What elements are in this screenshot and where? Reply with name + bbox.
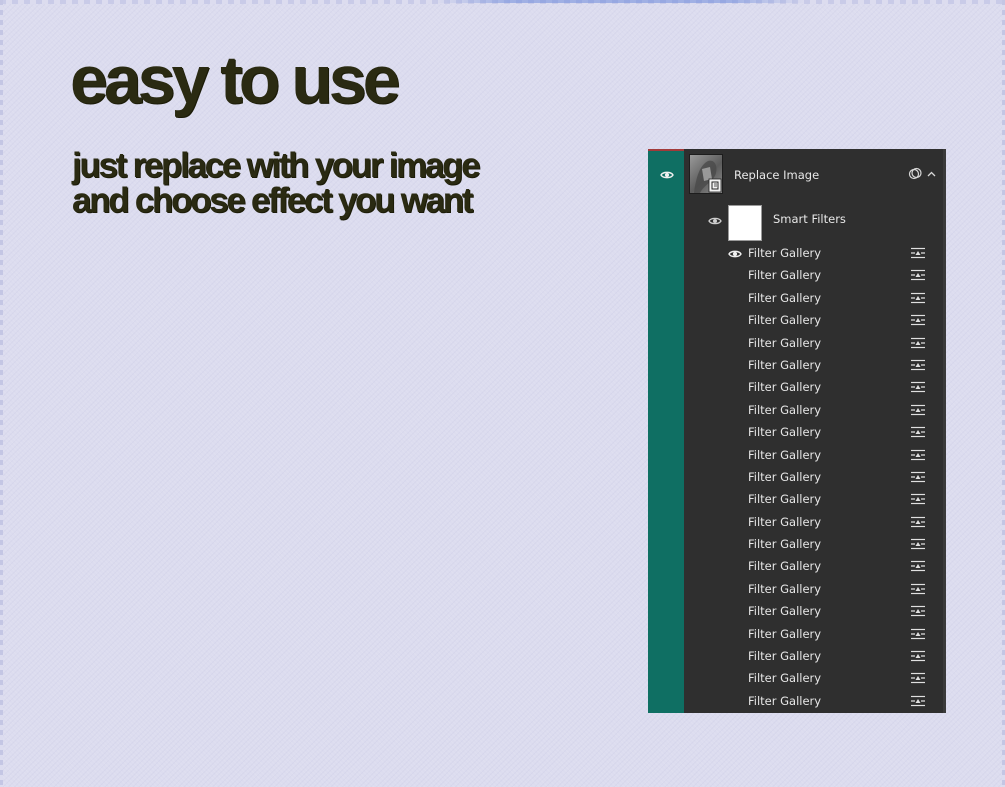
link-effects-icon bbox=[908, 167, 922, 180]
blending-options-icon[interactable] bbox=[910, 582, 926, 597]
filter-label[interactable]: Filter Gallery bbox=[748, 694, 821, 708]
subline-line-1: just replace with your image bbox=[72, 146, 481, 185]
filter-label[interactable]: Filter Gallery bbox=[748, 470, 821, 484]
filter-item[interactable]: Filter Gallery bbox=[648, 690, 946, 712]
filter-label[interactable]: Filter Gallery bbox=[748, 627, 821, 641]
layer-name[interactable]: Replace Image bbox=[734, 168, 819, 182]
filter-item[interactable]: Filter Gallery bbox=[648, 578, 946, 600]
blending-options-icon[interactable] bbox=[910, 627, 926, 642]
filter-label[interactable]: Filter Gallery bbox=[748, 291, 821, 305]
filter-item[interactable]: Filter Gallery bbox=[648, 376, 946, 398]
blending-options-icon[interactable] bbox=[910, 649, 926, 664]
filter-item[interactable]: Filter Gallery bbox=[648, 555, 946, 577]
smart-filters-eye-icon[interactable] bbox=[708, 214, 722, 228]
filter-label[interactable]: Filter Gallery bbox=[748, 246, 821, 260]
blending-options-icon[interactable] bbox=[910, 268, 926, 283]
layer-options[interactable] bbox=[906, 167, 940, 181]
filter-label[interactable]: Filter Gallery bbox=[748, 649, 821, 663]
layers-panel: Replace Image Smart Filters Filter Galle… bbox=[648, 149, 946, 713]
filter-label[interactable]: Filter Gallery bbox=[748, 559, 821, 573]
filter-label[interactable]: Filter Gallery bbox=[748, 336, 821, 350]
filter-label[interactable]: Filter Gallery bbox=[748, 358, 821, 372]
eye-icon[interactable] bbox=[660, 168, 674, 182]
chevron-up-icon bbox=[927, 171, 936, 177]
blending-options-icon[interactable] bbox=[910, 671, 926, 686]
filter-item[interactable]: Filter Gallery bbox=[648, 309, 946, 331]
blending-options-icon[interactable] bbox=[910, 537, 926, 552]
filter-label[interactable]: Filter Gallery bbox=[748, 492, 821, 506]
filter-item[interactable]: Filter Gallery bbox=[648, 600, 946, 622]
filter-item[interactable]: Filter Gallery bbox=[648, 444, 946, 466]
blending-options-icon[interactable] bbox=[910, 380, 926, 395]
filter-label[interactable]: Filter Gallery bbox=[748, 403, 821, 417]
filter-item[interactable]: Filter Gallery bbox=[648, 466, 946, 488]
subline-line-2: and choose effect you want bbox=[72, 181, 473, 220]
filter-item[interactable]: Filter Gallery bbox=[648, 354, 946, 376]
blending-options-icon[interactable] bbox=[910, 358, 926, 373]
blending-options-icon[interactable] bbox=[910, 313, 926, 328]
filter-label[interactable]: Filter Gallery bbox=[748, 448, 821, 462]
filter-item[interactable]: Filter Gallery bbox=[648, 264, 946, 286]
blending-options-icon[interactable] bbox=[910, 515, 926, 530]
layer-thumbnail[interactable] bbox=[689, 154, 723, 194]
top-edge-accent bbox=[435, 0, 805, 3]
filter-item[interactable]: Filter Gallery bbox=[648, 242, 946, 264]
blending-options-icon[interactable] bbox=[910, 403, 926, 418]
eye-icon[interactable] bbox=[728, 247, 742, 261]
smart-filters-label[interactable]: Smart Filters bbox=[773, 212, 846, 226]
blending-options-icon[interactable] bbox=[910, 425, 926, 440]
filter-item[interactable]: Filter Gallery bbox=[648, 332, 946, 354]
filter-label[interactable]: Filter Gallery bbox=[748, 537, 821, 551]
blending-options-icon[interactable] bbox=[910, 559, 926, 574]
filter-item[interactable]: Filter Gallery bbox=[648, 399, 946, 421]
headline: easy to use bbox=[70, 42, 400, 118]
left-edge-border bbox=[0, 0, 3, 787]
filter-label[interactable]: Filter Gallery bbox=[748, 380, 821, 394]
blending-options-icon[interactable] bbox=[910, 470, 926, 485]
filter-item[interactable]: Filter Gallery bbox=[648, 667, 946, 689]
blending-options-icon[interactable] bbox=[910, 291, 926, 306]
blending-options-icon[interactable] bbox=[910, 246, 926, 261]
filter-item[interactable]: Filter Gallery bbox=[648, 645, 946, 667]
filter-label[interactable]: Filter Gallery bbox=[748, 268, 821, 282]
filter-label[interactable]: Filter Gallery bbox=[748, 313, 821, 327]
filter-item[interactable]: Filter Gallery bbox=[648, 623, 946, 645]
filter-item[interactable]: Filter Gallery bbox=[648, 488, 946, 510]
filter-label[interactable]: Filter Gallery bbox=[748, 604, 821, 618]
filter-label[interactable]: Filter Gallery bbox=[748, 515, 821, 529]
blending-options-icon[interactable] bbox=[910, 448, 926, 463]
blending-options-icon[interactable] bbox=[910, 604, 926, 619]
blending-options-icon[interactable] bbox=[910, 694, 926, 709]
filter-item[interactable]: Filter Gallery bbox=[648, 421, 946, 443]
blending-options-icon[interactable] bbox=[910, 492, 926, 507]
filter-label[interactable]: Filter Gallery bbox=[748, 425, 821, 439]
filter-label[interactable]: Filter Gallery bbox=[748, 671, 821, 685]
smart-filter-mask-thumbnail[interactable] bbox=[728, 205, 762, 241]
filter-item[interactable]: Filter Gallery bbox=[648, 511, 946, 533]
filter-list: Filter Gallery Filter Gallery Filter Gal… bbox=[648, 242, 946, 712]
filter-item[interactable]: Filter Gallery bbox=[648, 287, 946, 309]
filter-label[interactable]: Filter Gallery bbox=[748, 582, 821, 596]
filter-item[interactable]: Filter Gallery bbox=[648, 533, 946, 555]
blending-options-icon[interactable] bbox=[910, 336, 926, 351]
